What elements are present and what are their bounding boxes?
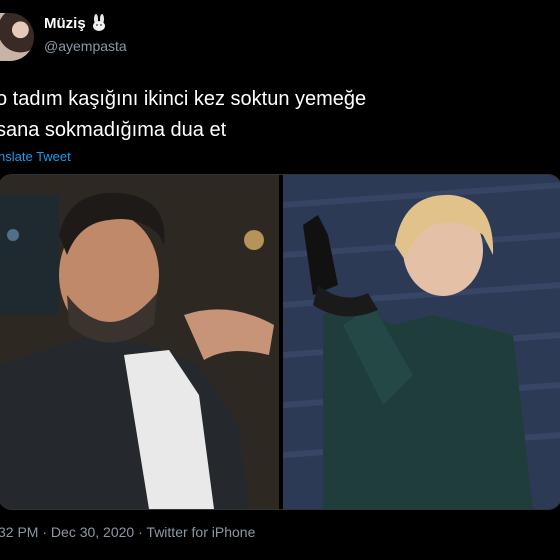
- user-handle[interactable]: @ayempasta: [44, 38, 127, 54]
- tweet-media[interactable]: [0, 174, 560, 510]
- tweet-time[interactable]: 32 PM: [0, 524, 38, 540]
- meta-separator: ·: [38, 524, 51, 540]
- media-photo-left[interactable]: [0, 175, 279, 509]
- user-name-row: Müziş: [44, 14, 108, 32]
- tweet-line-1: o tadım kaşığını ikinci kez soktun yemeğ…: [0, 88, 367, 110]
- media-photo-right[interactable]: [283, 175, 560, 509]
- rabbit-icon: [90, 14, 108, 32]
- tweet-source[interactable]: Twitter for iPhone: [146, 524, 255, 540]
- tweet-date[interactable]: Dec 30, 2020: [51, 524, 134, 540]
- tweet-meta: 32 PM · Dec 30, 2020 · Twitter for iPhon…: [0, 524, 255, 540]
- avatar[interactable]: [0, 13, 34, 61]
- tweet-line-2: sana sokmadığıma dua et: [0, 119, 227, 141]
- translate-tweet-link[interactable]: nslate Tweet: [0, 149, 71, 164]
- tweet-text: o tadım kaşığını ikinci kez soktun yemeğ…: [0, 84, 366, 146]
- meta-separator: ·: [134, 524, 147, 540]
- display-name[interactable]: Müziş: [44, 15, 86, 32]
